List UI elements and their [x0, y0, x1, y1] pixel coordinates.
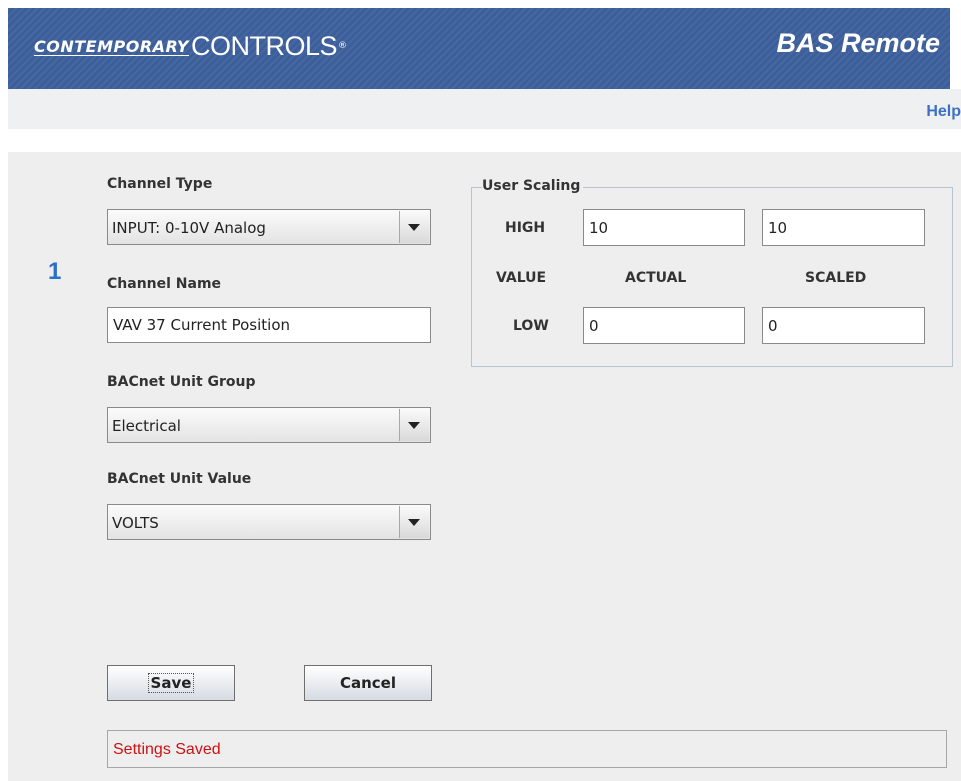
low-actual-input[interactable] — [583, 307, 745, 344]
scaling-high-label: HIGH — [505, 220, 546, 236]
user-scaling-legend: User Scaling — [482, 178, 584, 194]
high-actual-input[interactable] — [583, 209, 745, 246]
high-scaled-input[interactable] — [762, 209, 925, 246]
app-title: BAS Remote — [776, 28, 940, 58]
bacnet-unit-value-value: VOLTS — [112, 514, 159, 532]
channel-name-label: Channel Name — [107, 276, 222, 292]
save-button-label: Save — [147, 673, 195, 693]
scaling-scaled-header: SCALED — [805, 270, 867, 286]
chevron-down-icon — [408, 519, 420, 526]
channel-number: 1 — [48, 258, 62, 285]
status-bar: Settings Saved — [107, 730, 947, 768]
bacnet-unit-value-select[interactable]: VOLTS — [107, 504, 431, 540]
logo-word-controls: CONTROLS — [190, 30, 338, 61]
channel-type-value: INPUT: 0-10V Analog — [112, 219, 266, 237]
bacnet-unit-group-select[interactable]: Electrical — [107, 407, 431, 443]
chevron-down-icon — [408, 224, 420, 231]
registered-mark: ® — [338, 41, 347, 51]
header-banner: CONTEMPORARY CONTROLS ® BAS Remote — [8, 8, 950, 89]
cancel-button-label: Cancel — [339, 674, 396, 692]
save-button[interactable]: Save — [107, 665, 235, 701]
bas-remote-page: CONTEMPORARY CONTROLS ® BAS Remote Help … — [0, 0, 961, 781]
bacnet-unit-value-label: BACnet Unit Value — [107, 471, 252, 487]
logo-word-contemporary: CONTEMPORARY — [34, 36, 189, 56]
status-message: Settings Saved — [113, 741, 221, 758]
cancel-button[interactable]: Cancel — [304, 665, 432, 701]
channel-type-label: Channel Type — [107, 176, 213, 192]
help-bar: Help — [8, 89, 961, 129]
scaling-low-label: LOW — [513, 318, 549, 334]
low-scaled-input[interactable] — [762, 307, 925, 344]
bacnet-unit-group-value: Electrical — [112, 417, 181, 435]
unit-value-dropdown-button[interactable] — [399, 506, 429, 538]
bacnet-unit-group-label: BACnet Unit Group — [107, 374, 256, 390]
contemporary-controls-logo: CONTEMPORARY CONTROLS ® — [34, 26, 347, 66]
scaling-value-label: VALUE — [496, 270, 547, 286]
channel-name-input[interactable] — [107, 307, 431, 343]
channel-type-dropdown-button[interactable] — [399, 211, 429, 243]
scaling-actual-header: ACTUAL — [625, 270, 687, 286]
channel-config-panel: 1 Channel Type INPUT: 0-10V Analog Chann… — [8, 152, 961, 781]
chevron-down-icon — [408, 422, 420, 429]
channel-type-select[interactable]: INPUT: 0-10V Analog — [107, 209, 431, 245]
help-link[interactable]: Help — [926, 103, 961, 121]
unit-group-dropdown-button[interactable] — [399, 409, 429, 441]
